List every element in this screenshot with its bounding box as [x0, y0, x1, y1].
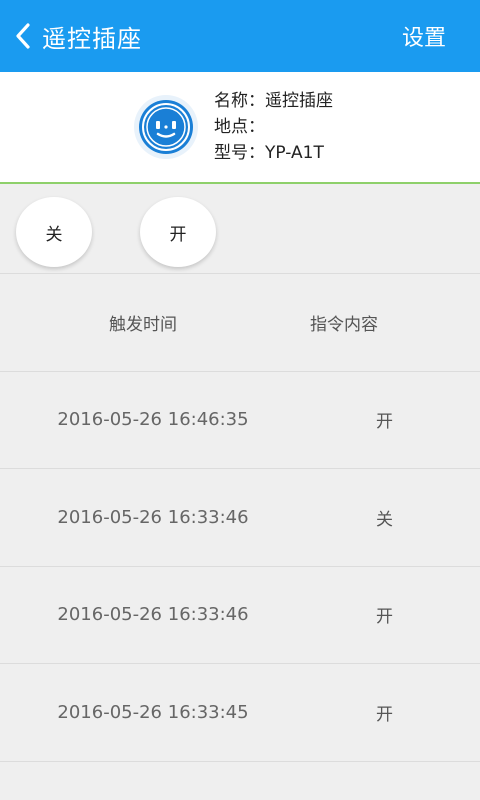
device-model-value: YP-A1T [265, 143, 324, 163]
device-name-value: 遥控插座 [265, 91, 333, 111]
row-command: 开 [376, 704, 393, 725]
device-location-label: 地点： [214, 117, 265, 137]
table-row: 2016-05-26 16:33:46 开 [0, 567, 480, 664]
turn-on-button[interactable]: 开 [140, 197, 216, 267]
app-screen: 遥控插座 设置 名称：遥控插座 地点： 型号：YP-A1T 关 开 触发时间 指… [0, 0, 480, 800]
row-command: 关 [376, 509, 393, 530]
device-details: 名称：遥控插座 地点： 型号：YP-A1T [214, 89, 333, 165]
row-time: 2016-05-26 16:33:46 [57, 506, 249, 528]
page-title: 遥控插座 [42, 24, 142, 53]
row-time: 2016-05-26 16:46:35 [57, 409, 249, 431]
row-time: 2016-05-26 16:33:45 [57, 701, 249, 723]
device-info-panel: 名称：遥控插座 地点： 型号：YP-A1T [0, 72, 480, 184]
row-time: 2016-05-26 16:33:46 [57, 604, 249, 626]
top-bar: 遥控插座 设置 [0, 0, 480, 72]
device-model-label: 型号： [214, 143, 265, 163]
socket-icon [134, 95, 198, 159]
table-row: 2016-05-26 16:33:45 开 [0, 664, 480, 762]
row-command: 开 [376, 607, 393, 628]
turn-off-button[interactable]: 关 [16, 197, 92, 267]
back-button[interactable]: 遥控插座 [12, 19, 142, 54]
row-command: 开 [376, 412, 393, 433]
table-header: 触发时间 指令内容 [0, 274, 480, 372]
device-name-row: 名称：遥控插座 [214, 89, 333, 113]
chevron-left-icon [12, 22, 34, 50]
history-table: 触发时间 指令内容 2016-05-26 16:46:35 开 2016-05-… [0, 274, 480, 762]
device-location-row: 地点： [214, 115, 333, 139]
device-model-row: 型号：YP-A1T [214, 141, 333, 165]
control-buttons: 关 开 [0, 184, 480, 274]
header-command: 指令内容 [310, 314, 378, 335]
header-trigger-time: 触发时间 [109, 314, 177, 335]
settings-button[interactable]: 设置 [402, 20, 446, 52]
table-row: 2016-05-26 16:46:35 开 [0, 372, 480, 469]
table-row: 2016-05-26 16:33:46 关 [0, 469, 480, 567]
device-name-label: 名称： [214, 91, 265, 111]
